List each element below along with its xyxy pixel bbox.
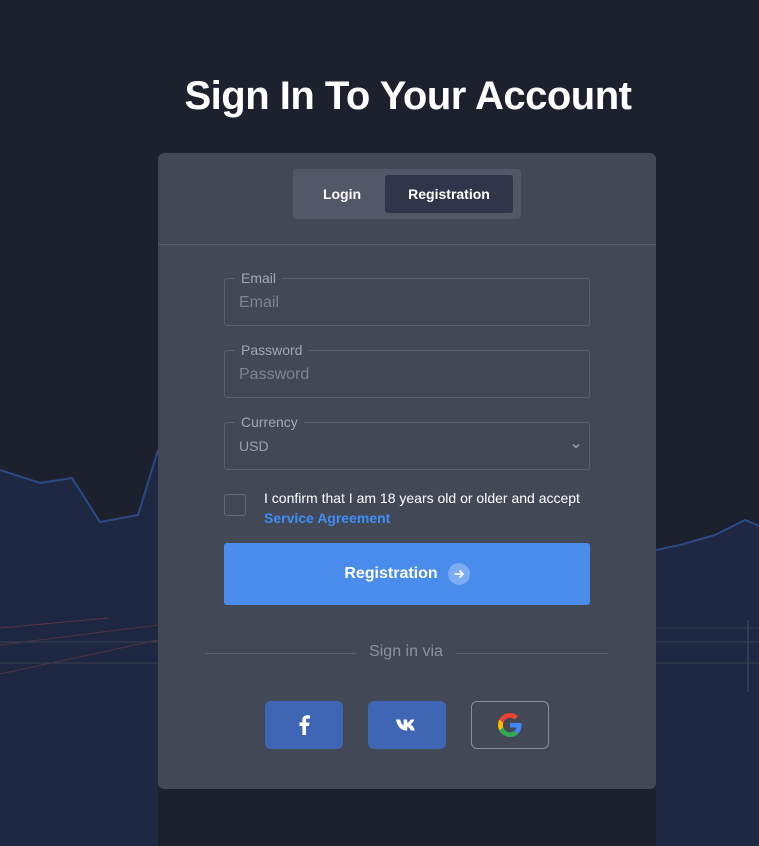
consent-statement: I confirm that I am 18 years old or olde… — [264, 490, 580, 506]
currency-select[interactable]: Currency USD — [224, 414, 590, 470]
registration-button[interactable]: Registration — [224, 543, 590, 605]
consent-checkbox[interactable] — [224, 494, 246, 516]
tabs-divider — [158, 244, 656, 245]
service-agreement-link[interactable]: Service Agreement — [264, 508, 594, 528]
password-label: Password — [235, 342, 309, 358]
email-field: Email — [224, 270, 590, 326]
email-label: Email — [235, 270, 283, 286]
password-input[interactable] — [239, 363, 575, 387]
sign-in-via-label: Sign in via — [369, 643, 443, 660]
vk-button[interactable] — [368, 701, 446, 749]
email-input[interactable] — [239, 291, 575, 315]
currency-value: USD — [239, 438, 269, 454]
google-button[interactable] — [471, 701, 549, 749]
facebook-icon — [299, 715, 310, 735]
facebook-button[interactable] — [265, 701, 343, 749]
page-title: Sign In To Your Account — [184, 74, 633, 118]
registration-button-label: Registration — [344, 565, 438, 582]
consent-text: I confirm that I am 18 years old or olde… — [264, 488, 594, 528]
google-icon — [498, 713, 522, 737]
tab-registration[interactable]: Registration — [385, 175, 513, 213]
arrow-right-icon — [447, 563, 470, 585]
chevron-down-icon — [572, 443, 580, 449]
tab-login[interactable]: Login — [299, 175, 385, 213]
auth-card: Login Registration Email Password Curren… — [158, 153, 656, 789]
divider-right — [456, 653, 608, 654]
auth-tabs: Login Registration — [293, 169, 521, 219]
password-field: Password — [224, 342, 590, 398]
divider-left — [205, 653, 356, 654]
currency-label: Currency — [235, 414, 304, 430]
vk-icon — [396, 719, 415, 731]
